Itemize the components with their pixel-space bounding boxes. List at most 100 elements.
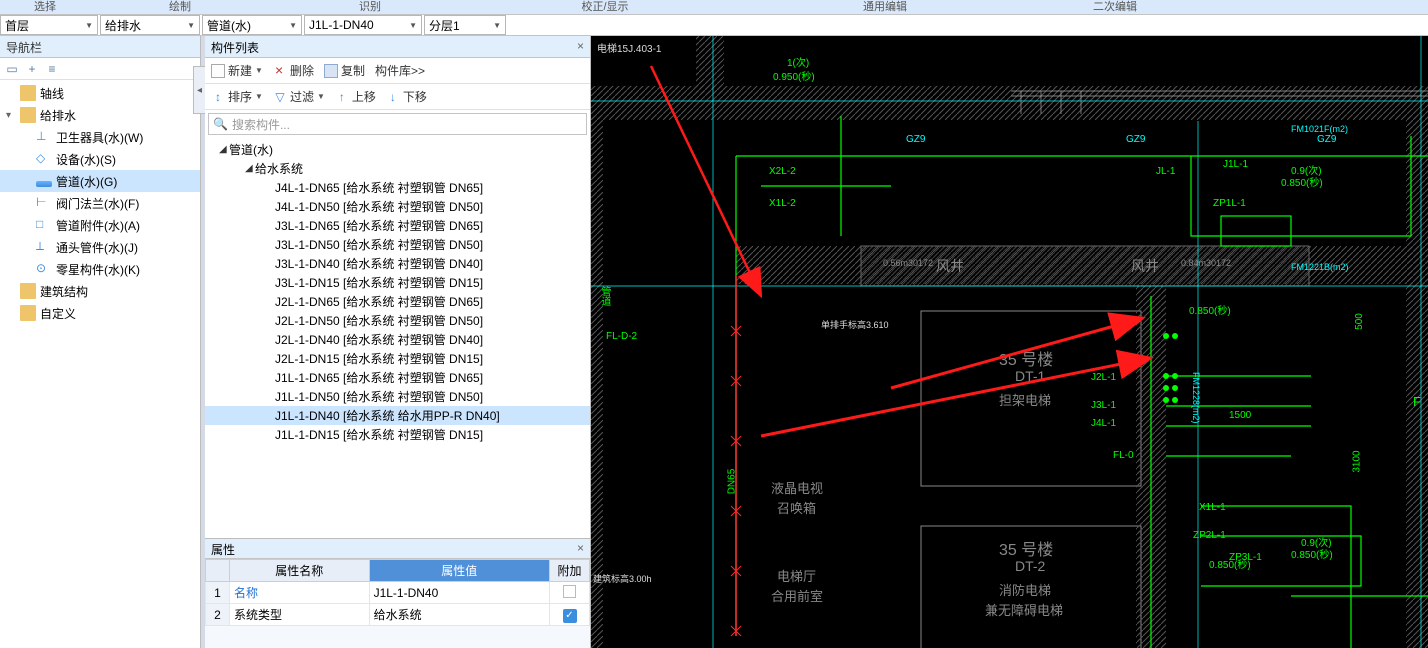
library-button[interactable]: 构件库>>	[375, 62, 425, 79]
floor-dropdown[interactable]: 首层▼	[0, 15, 98, 35]
nav-collapse-icon[interactable]: ▭	[4, 61, 20, 77]
component-label: J1L-1-DN50 [给水系统 衬塑钢管 DN50]	[275, 388, 483, 405]
property-row[interactable]: 2系统类型给水系统✓	[206, 604, 590, 626]
ribbon-draw[interactable]: 绘制	[90, 0, 270, 14]
nav-item[interactable]: 阀门法兰(水)(F)	[0, 192, 200, 214]
folder-icon	[20, 283, 36, 299]
component-item[interactable]: J2L-1-DN50 [给水系统 衬塑钢管 DN50]	[205, 311, 590, 330]
joint-icon	[36, 239, 52, 255]
search-icon: 🔍	[213, 117, 228, 131]
movedown-button[interactable]: ↓下移	[386, 88, 427, 105]
drawing-canvas[interactable]: 电梯15J.403-1 1(次) 0.950(秒) GZ9 GZ9 GZ9 X2…	[591, 36, 1428, 648]
component-item[interactable]: ◢ 管道(水)	[205, 140, 590, 159]
complist-toolbar2: ↕排序▼ ▽过滤▼ ↑上移 ↓下移	[205, 84, 590, 110]
sublayer-dropdown[interactable]: 分层1▼	[424, 15, 506, 35]
component-dropdown[interactable]: J1L-1-DN40▼	[304, 15, 422, 35]
component-label: J3L-1-DN65 [给水系统 衬塑钢管 DN65]	[275, 217, 483, 234]
device-icon	[36, 151, 52, 167]
component-label: J3L-1-DN15 [给水系统 衬塑钢管 DN15]	[275, 274, 483, 291]
nav-item[interactable]: 轴线	[0, 82, 200, 104]
ribbon-check[interactable]: 校正/显示	[470, 0, 740, 14]
prop-close[interactable]: ×	[577, 541, 584, 556]
discipline-dropdown[interactable]: 给排水▼	[100, 15, 200, 35]
ribbon-select[interactable]: 选择	[0, 0, 90, 14]
th-value[interactable]: 属性值	[369, 560, 549, 582]
nav-item-label: 阀门法兰(水)(F)	[56, 195, 139, 212]
component-item[interactable]: J2L-1-DN65 [给水系统 衬塑钢管 DN65]	[205, 292, 590, 311]
nav-list-icon[interactable]: ≡	[44, 61, 60, 77]
ribbon-edit[interactable]: 通用编辑	[740, 0, 1030, 14]
property-row[interactable]: 1名称J1L-1-DN40	[206, 582, 590, 604]
component-item[interactable]: J2L-1-DN15 [给水系统 衬塑钢管 DN15]	[205, 349, 590, 368]
nav-item-label: 轴线	[40, 85, 64, 102]
attach-icon	[36, 217, 52, 233]
nav-item-label: 设备(水)(S)	[56, 151, 116, 168]
search-input[interactable]: 🔍 搜索构件...	[208, 113, 587, 135]
component-item[interactable]: J1L-1-DN65 [给水系统 衬塑钢管 DN65]	[205, 368, 590, 387]
splitter-handle[interactable]: ◂	[193, 66, 205, 114]
nav-add-icon[interactable]: +	[24, 61, 40, 77]
complist-toolbar1: 新建▼ 删除 复制 构件库>>	[205, 58, 590, 84]
category-dropdown[interactable]: 管道(水)▼	[202, 15, 302, 35]
component-tree: ◢ 管道(水)◢ 给水系统J4L-1-DN65 [给水系统 衬塑钢管 DN65]…	[205, 138, 590, 446]
component-label: J3L-1-DN40 [给水系统 衬塑钢管 DN40]	[275, 255, 483, 272]
component-item[interactable]: J3L-1-DN15 [给水系统 衬塑钢管 DN15]	[205, 273, 590, 292]
component-label: J2L-1-DN15 [给水系统 衬塑钢管 DN15]	[275, 350, 483, 367]
component-label: J1L-1-DN15 [给水系统 衬塑钢管 DN15]	[275, 426, 483, 443]
component-label: J2L-1-DN50 [给水系统 衬塑钢管 DN50]	[275, 312, 483, 329]
prop-title: 属性	[211, 541, 235, 556]
nav-item-label: 给排水	[40, 107, 76, 124]
nav-item[interactable]: 管道附件(水)(A)	[0, 214, 200, 236]
component-item[interactable]: J1L-1-DN50 [给水系统 衬塑钢管 DN50]	[205, 387, 590, 406]
folder-icon	[20, 85, 36, 101]
component-item[interactable]: J4L-1-DN65 [给水系统 衬塑钢管 DN65]	[205, 178, 590, 197]
nav-item[interactable]: 零星构件(水)(K)	[0, 258, 200, 280]
component-item[interactable]: J2L-1-DN40 [给水系统 衬塑钢管 DN40]	[205, 330, 590, 349]
component-label: J4L-1-DN50 [给水系统 衬塑钢管 DN50]	[275, 198, 483, 215]
ribbon-tabs: 选择 绘制 识别 校正/显示 通用编辑 二次编辑	[0, 0, 1428, 14]
delete-button[interactable]: 删除	[273, 62, 314, 79]
complist-close[interactable]: ×	[577, 39, 584, 54]
component-item[interactable]: J3L-1-DN40 [给水系统 衬塑钢管 DN40]	[205, 254, 590, 273]
nav-item-label: 通头管件(水)(J)	[56, 239, 138, 256]
component-label: J4L-1-DN65 [给水系统 衬塑钢管 DN65]	[275, 179, 483, 196]
moveup-button[interactable]: ↑上移	[335, 88, 376, 105]
nav-item[interactable]: 卫生器具(水)(W)	[0, 126, 200, 148]
dropdown-row: 首层▼ 给排水▼ 管道(水)▼ J1L-1-DN40▼ 分层1▼	[0, 14, 1428, 36]
component-item[interactable]: ◢ 给水系统	[205, 159, 590, 178]
component-label: J3L-1-DN50 [给水系统 衬塑钢管 DN50]	[275, 236, 483, 253]
sort-button[interactable]: ↕排序▼	[211, 88, 263, 105]
nav-item[interactable]: 建筑结构	[0, 280, 200, 302]
fixture-icon	[36, 129, 52, 145]
property-table: 属性名称 属性值 附加 1名称J1L-1-DN402系统类型给水系统✓	[205, 559, 590, 626]
nav-item-label: 自定义	[40, 305, 76, 322]
pipe-icon	[36, 181, 52, 187]
th-name[interactable]: 属性名称	[230, 560, 370, 582]
nav-item[interactable]: 设备(水)(S)	[0, 148, 200, 170]
nav-item[interactable]: 自定义	[0, 302, 200, 324]
component-item[interactable]: J3L-1-DN50 [给水系统 衬塑钢管 DN50]	[205, 235, 590, 254]
nav-item-label: 管道附件(水)(A)	[56, 217, 140, 234]
ribbon-edit2[interactable]: 二次编辑	[1030, 0, 1200, 14]
nav-title: 导航栏	[0, 36, 200, 58]
nav-item[interactable]: 管道(水)(G)	[0, 170, 200, 192]
component-item[interactable]: J1L-1-DN40 [给水系统 给水用PP-R DN40]	[205, 406, 590, 425]
annotation-arrows	[591, 36, 1428, 648]
filter-button[interactable]: ▽过滤▼	[273, 88, 325, 105]
th-add[interactable]: 附加	[550, 560, 590, 582]
component-label: 管道(水)	[229, 141, 273, 158]
component-item[interactable]: J1L-1-DN15 [给水系统 衬塑钢管 DN15]	[205, 425, 590, 444]
nav-item[interactable]: ▾给排水	[0, 104, 200, 126]
misc-icon	[36, 261, 52, 277]
folder-icon	[20, 107, 36, 123]
nav-item[interactable]: 通头管件(水)(J)	[0, 236, 200, 258]
component-item[interactable]: J4L-1-DN50 [给水系统 衬塑钢管 DN50]	[205, 197, 590, 216]
ribbon-recognize[interactable]: 识别	[270, 0, 470, 14]
component-label: J2L-1-DN40 [给水系统 衬塑钢管 DN40]	[275, 331, 483, 348]
nav-tree: 轴线 ▾给排水卫生器具(水)(W) 设备(水)(S) 管道(水)(G) 阀门法兰(水)(…	[0, 80, 200, 648]
component-item[interactable]: J3L-1-DN65 [给水系统 衬塑钢管 DN65]	[205, 216, 590, 235]
copy-button[interactable]: 复制	[324, 62, 365, 79]
new-button[interactable]: 新建▼	[211, 62, 263, 79]
property-panel: 属性 × 属性名称 属性值 附加 1名称J1L-1-DN402系统类型给水系统✓	[205, 538, 590, 648]
component-label: J1L-1-DN40 [给水系统 给水用PP-R DN40]	[275, 407, 500, 424]
